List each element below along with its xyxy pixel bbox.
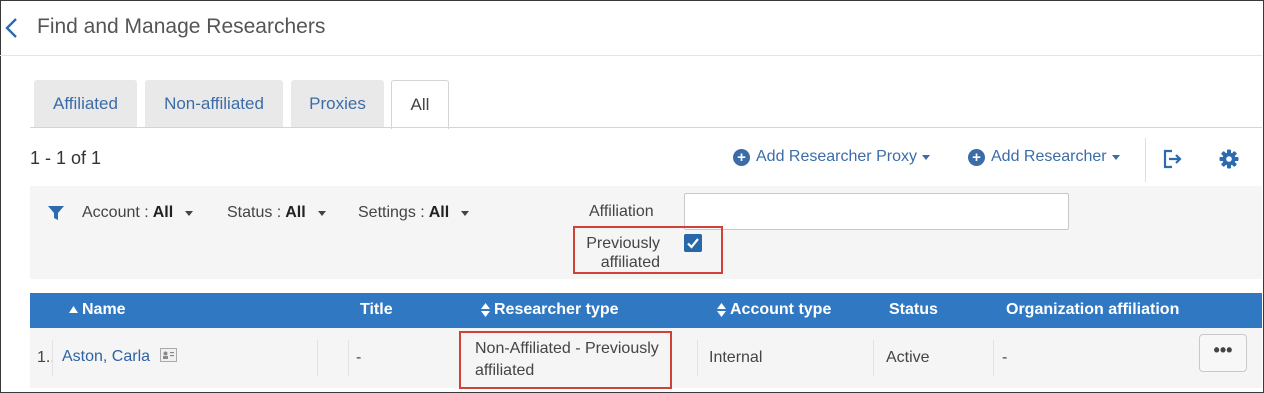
caret-down-icon [461,210,470,216]
caret-down-icon [317,210,326,216]
table-row: 1.. Aston, Carla - Non-Affiliated - Prev… [30,328,1262,388]
column-divider [697,340,698,376]
page-title: Find and Manage Researchers [37,15,326,38]
caret-down-icon [1111,154,1120,160]
researcher-name-link[interactable]: Aston, Carla [62,348,150,365]
add-researcher-label: Add Researcher [991,148,1107,165]
status-filter-label: Status : [227,204,282,221]
sort-ascending-icon [69,306,78,313]
account-filter-dropdown[interactable]: Account : All [82,204,194,222]
caret-down-icon [185,210,194,216]
column-header-account-type-label: Account type [730,301,832,318]
column-header-researcher-type[interactable]: Researcher type [481,301,619,319]
previously-affiliated-label: Previously affiliated [586,235,660,271]
tab-all[interactable]: All [391,80,449,129]
filter-icon[interactable] [47,204,65,222]
column-header-account-type[interactable]: Account type [717,301,831,319]
column-header-organization-affiliation[interactable]: Organization affiliation [1006,301,1179,319]
researcher-name-cell: Aston, Carla [62,348,177,366]
column-header-name[interactable]: Name [69,301,126,319]
account-filter-label: Account : [82,204,149,221]
tab-affiliated[interactable]: Affiliated [34,80,137,128]
affiliation-input[interactable] [684,193,1069,230]
tab-non-affiliated[interactable]: Non-affiliated [145,80,283,128]
status-filter-value: All [285,204,306,221]
plus-circle-icon: + [968,148,985,166]
settings-filter-value: All [428,204,450,221]
affiliation-label: Affiliation [589,203,654,220]
column-header-title[interactable]: Title [360,301,393,319]
toolbar-divider [1145,138,1146,182]
sort-icon [717,303,726,317]
status-filter-dropdown[interactable]: Status : All [227,204,326,222]
status-cell: Active [886,349,930,366]
title-cell: - [356,349,362,366]
researcher-type-cell: Non-Affiliated - Previously affiliated [475,340,659,379]
column-divider [873,340,874,376]
table-header: Name Title Researcher type Account type … [30,293,1262,328]
back-arrow-icon[interactable] [2,14,24,42]
tab-proxies[interactable]: Proxies [291,80,384,128]
account-type-cell: Internal [709,349,763,366]
add-researcher-button[interactable]: + Add Researcher [968,148,1120,166]
column-header-name-label: Name [82,301,126,318]
previously-affiliated-checkbox[interactable] [684,234,702,252]
column-divider [348,340,349,376]
sort-icon [481,303,490,317]
add-researcher-proxy-button[interactable]: + Add Researcher Proxy [733,148,930,166]
contact-card-icon[interactable] [159,348,177,362]
plus-circle-icon: + [733,148,750,166]
column-header-organization-affiliation-label: Organization affiliation [1006,301,1180,318]
column-header-status[interactable]: Status [889,301,938,319]
result-count: 1 - 1 of 1 [30,148,102,168]
add-researcher-proxy-label: Add Researcher Proxy [756,148,917,165]
account-filter-value: All [152,204,174,221]
tab-divider [30,127,1262,128]
row-actions-button[interactable]: ••• [1199,334,1247,372]
gear-icon[interactable] [1217,147,1241,171]
settings-filter-dropdown[interactable]: Settings : All [358,204,470,222]
organization-affiliation-cell: - [1002,349,1008,366]
column-divider [993,340,994,376]
column-divider [317,340,318,376]
export-icon[interactable] [1160,147,1184,171]
column-header-researcher-type-label: Researcher type [494,301,619,318]
caret-down-icon [921,154,930,160]
column-divider [52,340,53,376]
column-header-title-label: Title [360,301,393,318]
settings-filter-label: Settings : [358,204,425,221]
column-header-status-label: Status [889,301,938,318]
row-index: 1.. [37,349,53,366]
page-header: Find and Manage Researchers [0,0,1262,56]
